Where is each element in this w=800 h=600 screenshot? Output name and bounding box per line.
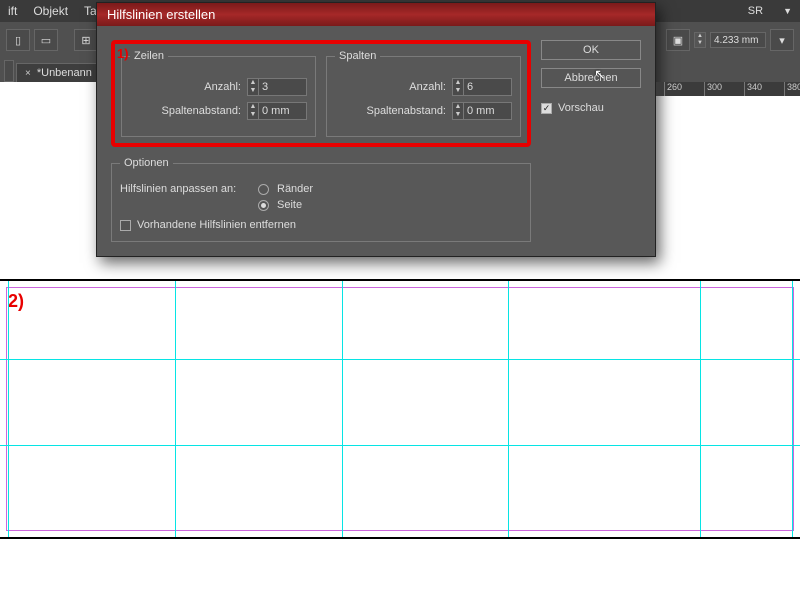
cols-group: Spalten Anzahl: ▲▼ Spaltenabstand: ▲▼ [326, 50, 521, 137]
document-tab[interactable]: × *Unbenann [16, 63, 101, 82]
chevron-down-icon: ▼ [783, 6, 792, 16]
radio-page-label: Seite [277, 199, 302, 211]
horizontal-ruler: 260 300 340 380 [656, 82, 800, 96]
options-legend: Optionen [120, 157, 173, 169]
create-guides-dialog: Hilfslinien erstellen 1) Zeilen Anzahl: … [96, 2, 656, 257]
cols-count-spinner[interactable]: ▲▼ [452, 78, 464, 96]
close-panel-icon[interactable] [4, 60, 14, 82]
rows-gap-spinner[interactable]: ▲▼ [247, 102, 259, 120]
rows-group: Zeilen Anzahl: ▲▼ Spaltenabstand: ▲▼ [121, 50, 316, 137]
dim-input[interactable] [710, 32, 766, 48]
page-canvas[interactable]: 2) [0, 280, 800, 538]
guide-vertical[interactable] [175, 281, 176, 537]
rows-gap-label: Spaltenabstand: [161, 105, 241, 117]
ruler-tick: 380 [784, 82, 800, 96]
remove-existing-label: Vorhandene Hilfslinien entfernen [137, 219, 296, 231]
ok-button[interactable]: OK [541, 40, 641, 60]
rows-count-spinner[interactable]: ▲▼ [247, 78, 259, 96]
remove-existing-checkbox[interactable] [120, 220, 131, 231]
rows-count-input[interactable] [259, 78, 307, 96]
radio-margins[interactable] [258, 184, 269, 195]
annotation-highlight: 1) Zeilen Anzahl: ▲▼ Spaltenabstand: ▲▼ [111, 40, 531, 147]
page: 2) [0, 280, 800, 538]
align-top-icon[interactable]: ▭ [34, 29, 58, 51]
radio-page[interactable] [258, 200, 269, 211]
workspace-switcher[interactable]: SR [748, 5, 767, 17]
tool-dropdown-icon[interactable]: ▾ [770, 29, 794, 51]
cols-count-label: Anzahl: [409, 81, 446, 93]
dialog-title: Hilfslinien erstellen [107, 7, 215, 22]
menu-item[interactable]: Ta [84, 4, 97, 18]
annotation-label: 2) [8, 291, 24, 312]
guide-vertical[interactable] [342, 281, 343, 537]
dim-spinner[interactable]: ▲▼ [694, 32, 706, 48]
guide-vertical[interactable] [700, 281, 701, 537]
cols-count-input[interactable] [464, 78, 512, 96]
ruler-tick: 340 [744, 82, 762, 96]
cols-legend: Spalten [335, 50, 380, 62]
annotation-label: 1) [117, 46, 129, 61]
radio-margins-label: Ränder [277, 183, 313, 195]
rows-count-label: Anzahl: [204, 81, 241, 93]
guide-vertical[interactable] [508, 281, 509, 537]
rows-legend: Zeilen [130, 50, 168, 62]
margin-box [6, 287, 794, 531]
preview-label: Vorschau [558, 102, 604, 114]
tool-icon[interactable]: ⊞ [74, 29, 98, 51]
menu-item[interactable]: Objekt [33, 4, 68, 18]
pasteboard [0, 540, 800, 600]
document-tab-label: *Unbenann [37, 67, 92, 79]
options-group: Optionen Hilfslinien anpassen an: Ränder… [111, 157, 531, 242]
guide-vertical[interactable] [8, 281, 9, 537]
ruler-tick: 260 [664, 82, 682, 96]
align-left-icon[interactable]: ▯ [6, 29, 30, 51]
fit-label: Hilfslinien anpassen an: [120, 183, 250, 195]
dialog-titlebar[interactable]: Hilfslinien erstellen [97, 3, 655, 26]
rows-gap-input[interactable] [259, 102, 307, 120]
frame-fit-icon[interactable]: ▣ [666, 29, 690, 51]
cancel-button[interactable]: Abbrechen [541, 68, 641, 88]
cols-gap-input[interactable] [464, 102, 512, 120]
cols-gap-label: Spaltenabstand: [366, 105, 446, 117]
close-icon[interactable]: × [25, 68, 31, 79]
guide-horizontal[interactable] [0, 445, 800, 446]
cols-gap-spinner[interactable]: ▲▼ [452, 102, 464, 120]
guide-vertical[interactable] [792, 281, 793, 537]
menu-item[interactable]: ift [8, 4, 17, 18]
preview-checkbox[interactable] [541, 103, 552, 114]
ruler-tick: 300 [704, 82, 722, 96]
guide-horizontal[interactable] [0, 359, 800, 360]
